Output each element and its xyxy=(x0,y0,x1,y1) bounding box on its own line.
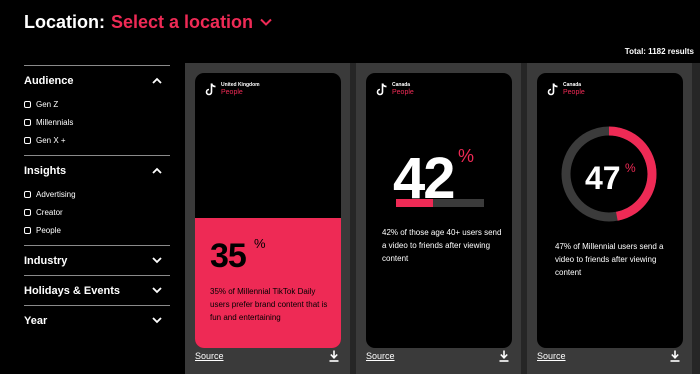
download-icon[interactable] xyxy=(499,350,509,362)
industry-toggle[interactable]: Industry xyxy=(24,246,170,275)
tiktok-logo-icon xyxy=(205,83,216,96)
download-icon[interactable] xyxy=(670,350,680,362)
filter-section-insights: Insights Advertising Creator People xyxy=(24,155,170,245)
checkbox[interactable] xyxy=(24,190,31,198)
percent-symbol: % xyxy=(625,161,636,175)
stat-description: 35% of Millennial TikTok Daily users pre… xyxy=(210,287,328,322)
stat-description: 42% of those age 40+ users send a video … xyxy=(382,228,502,263)
source-link[interactable]: Source xyxy=(366,351,395,361)
checkbox[interactable] xyxy=(24,118,31,126)
filter-option-advertising[interactable]: Advertising xyxy=(24,185,170,203)
holidays-events-toggle[interactable]: Holidays & Events xyxy=(24,276,170,305)
card-category: People xyxy=(563,89,585,96)
stat-block: 35 % 35% of Millennial TikTok Daily user… xyxy=(195,218,341,348)
card-category: People xyxy=(392,89,414,96)
card-header: Canada People xyxy=(547,82,585,97)
chevron-down-icon xyxy=(152,287,162,294)
source-link[interactable]: Source xyxy=(537,351,566,361)
card-country: Canada xyxy=(392,82,411,88)
option-label: People xyxy=(36,225,61,235)
chevron-down-icon[interactable] xyxy=(260,18,272,26)
filter-option-millennials[interactable]: Millennials xyxy=(24,113,170,131)
download-icon[interactable] xyxy=(329,350,339,362)
card-country: Canada xyxy=(563,82,582,88)
option-label: Gen Z xyxy=(36,99,59,109)
card-country: United Kingdom xyxy=(221,82,260,88)
year-toggle[interactable]: Year xyxy=(24,306,170,335)
section-title: Insights xyxy=(24,164,67,177)
percent-symbol: % xyxy=(458,146,475,166)
insight-phone-preview: Canada People 42 % 42% of those age 40+ … xyxy=(366,73,512,348)
checkbox[interactable] xyxy=(24,136,31,144)
section-title: Year xyxy=(24,314,48,327)
option-label: Advertising xyxy=(36,189,76,199)
location-label: Location: xyxy=(24,11,105,32)
tiktok-logo-icon xyxy=(547,83,558,96)
filter-section-audience: Audience Gen Z Millennials Gen X + xyxy=(24,65,170,155)
card-header: United Kingdom People xyxy=(205,82,260,97)
filter-section-holidays-events: Holidays & Events xyxy=(24,275,170,305)
tiktok-logo-icon xyxy=(376,83,387,96)
filter-option-gen-z[interactable]: Gen Z xyxy=(24,95,170,113)
chevron-down-icon xyxy=(152,257,162,264)
stat-number: 35 xyxy=(210,237,247,275)
stat-progress-bar xyxy=(396,199,484,207)
filter-sidebar: Audience Gen Z Millennials Gen X + Insig… xyxy=(24,65,170,335)
location-header: Location: Select a location xyxy=(24,11,272,33)
chevron-up-icon xyxy=(152,77,162,84)
section-title: Audience xyxy=(24,74,74,87)
filter-section-industry: Industry xyxy=(24,245,170,275)
filter-section-year: Year xyxy=(24,305,170,335)
chevron-down-icon xyxy=(152,317,162,324)
checkbox[interactable] xyxy=(24,208,31,216)
card-header: Canada People xyxy=(376,82,414,97)
total-results: Total: 1182 results xyxy=(624,47,694,56)
section-title: Industry xyxy=(24,254,68,267)
filter-option-gen-x[interactable]: Gen X + xyxy=(24,131,170,149)
filter-option-people[interactable]: People xyxy=(24,221,170,239)
checkbox[interactable] xyxy=(24,100,31,108)
audience-toggle[interactable]: Audience xyxy=(24,66,170,95)
insight-phone-preview: United Kingdom People 35 % 35% of Millen… xyxy=(195,73,341,348)
insights-toggle[interactable]: Insights xyxy=(24,156,170,185)
card-category: People xyxy=(221,89,243,96)
option-label: Creator xyxy=(36,207,63,217)
filter-option-creator[interactable]: Creator xyxy=(24,203,170,221)
option-label: Gen X + xyxy=(36,135,66,145)
chevron-up-icon xyxy=(152,167,162,174)
option-label: Millennials xyxy=(36,117,74,127)
location-select[interactable]: Select a location xyxy=(111,12,253,33)
insight-phone-preview: Canada People 47 % 47% of Millennial use… xyxy=(537,73,683,348)
source-link[interactable]: Source xyxy=(195,351,224,361)
stat-number: 47 xyxy=(585,160,621,196)
stat-progress-fill xyxy=(396,199,433,207)
percent-symbol: % xyxy=(254,236,266,251)
stat-description: 47% of Millennial users send a video to … xyxy=(555,242,664,277)
checkbox[interactable] xyxy=(24,226,31,234)
section-title: Holidays & Events xyxy=(24,284,120,297)
